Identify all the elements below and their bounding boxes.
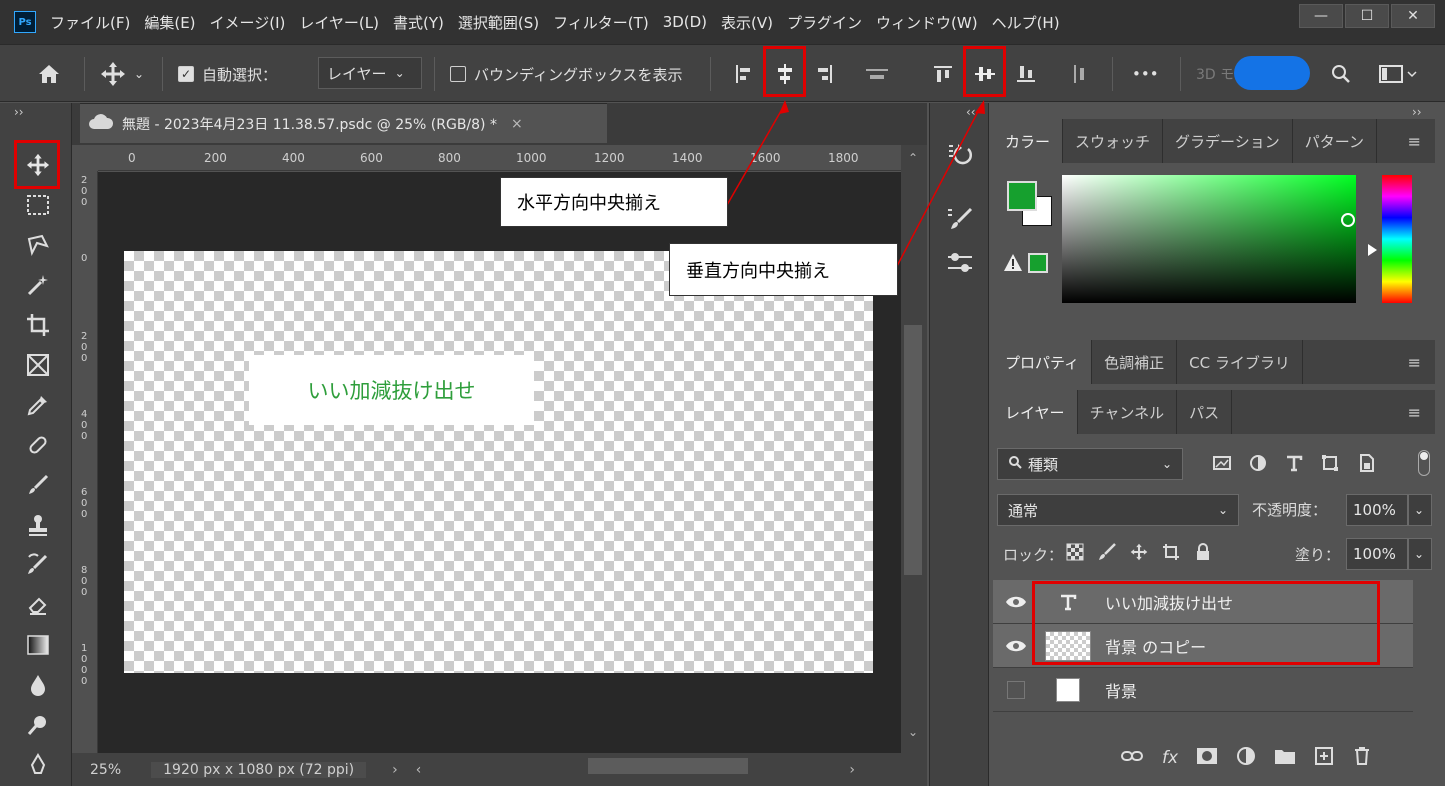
callout-horizontal-center: 水平方向中央揃え — [500, 177, 728, 227]
callout-vertical-center: 垂直方向中央揃え — [669, 243, 898, 296]
annotation-arrows — [726, 100, 985, 269]
